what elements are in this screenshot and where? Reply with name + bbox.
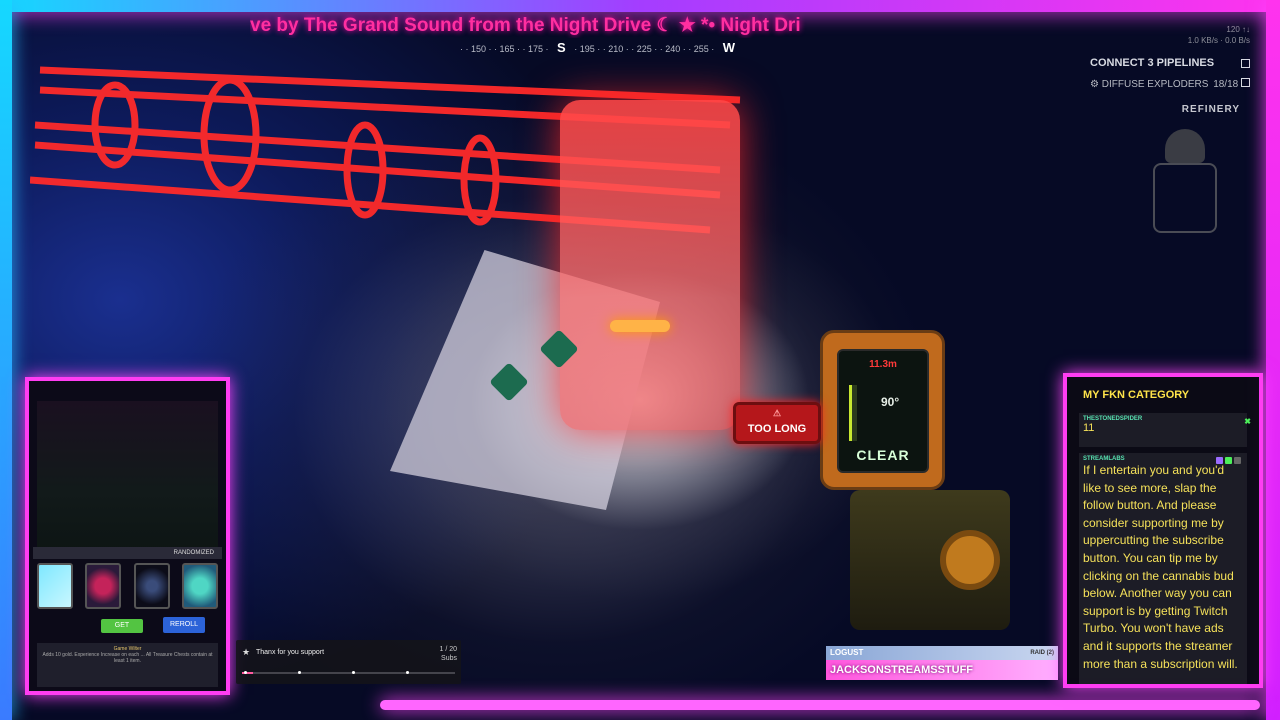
progress-marker [352,671,355,674]
stats-line-2: 1.0 KB/s · 0.0 B/s [1187,36,1250,45]
webcam-feed [37,401,218,551]
progress-marker [244,671,247,674]
subs-unit: Subs [441,655,457,662]
subs-message: Thanx for you support [256,649,325,656]
gear-icon [940,530,1000,590]
objective-sub: ⚙ DIFFUSE EXPLODERS 18/18 [1090,74,1250,96]
chat-message: THESTONEDSPIDER 11 [1079,413,1247,447]
card-slot[interactable] [181,563,218,609]
scanner-screen: 11.3m 90° CLEAR [837,349,929,473]
objective-title: CONNECT 3 PIPELINES [1090,57,1215,69]
music-ticker: ve by The Grand Sound from the Night Dri… [250,15,801,36]
progress-marker [298,671,301,674]
raid-count: RAID (2) [1030,650,1054,656]
star-icon: ★ [242,647,251,657]
orange-glow-bar [610,320,670,332]
compass-heading: S [557,40,566,55]
chat-message: STREAMLABS If I entertain you and you'd … [1079,453,1247,684]
compass-heading-west: W [722,40,736,55]
chat-panel: MY FKN CATEGORY THESTONEDSPIDER 11 ✖ STR… [1063,373,1263,688]
refinery-machine-icon [1145,125,1245,245]
badge-icon [1225,457,1232,464]
objective-sub-label: DIFFUSE EXPLODERS [1101,79,1209,90]
chat-title: MY FKN CATEGORY [1083,389,1190,401]
objective-sub-count: 18/18 [1213,79,1239,90]
location-label: REFINERY [1181,104,1240,115]
scanner-degrees: 90° [881,395,900,409]
perf-stats: 120 ↑↓ 1.0 KB/s · 0.0 B/s [1120,24,1250,46]
card-row [37,563,218,609]
card-slot[interactable] [37,563,73,609]
subs-count: 1 / 20 [439,646,457,653]
gear-icon: ⚙ [1090,79,1102,90]
checkbox-icon [1241,58,1250,68]
game-viewport: 11.3m 90° CLEAR ⚠ TOO LONG · · 150 · · 1… [0,0,1280,720]
reroll-label: REROLL [169,621,198,628]
warning-icon: ⚠ [772,408,782,418]
red-hologram-machine [560,100,740,430]
chat-text: 11 [1083,422,1095,434]
neon-frame-right [1266,0,1280,720]
too-long-label: TOO LONG [747,423,807,435]
chat-text: If I entertain you and you'd like to see… [1083,463,1238,671]
scanner-status: CLEAR [856,447,910,463]
neon-frame-left [0,0,12,720]
objective-main: CONNECT 3 PIPELINES [1090,52,1250,74]
subs-goal-widget: ★ Thanx for you support 1 / 20 Subs [236,640,461,684]
progress-marker [406,671,409,674]
card-slot[interactable] [133,563,170,609]
reroll-button[interactable]: REROLL [163,617,205,633]
checkbox-icon [1241,78,1250,87]
card-description: Game Wilter Adds 10 gold. Experience Inc… [37,643,218,687]
raid-name: JACKSONSTREAMSSTUFF [826,660,1058,680]
scanner-top-reading: 11.3m [869,359,897,370]
scanner-gauge [849,385,857,441]
player-tool [850,490,1010,630]
badge-icon [1216,457,1223,464]
too-long-warning: ⚠ TOO LONG [733,402,821,444]
card-description-body: Adds 10 gold. Experience Increase on eac… [42,652,213,664]
raid-header: LOGUST [830,648,864,657]
card-slot[interactable] [85,563,122,609]
subs-count-box: 1 / 20 Subs [439,645,457,663]
stats-line-1: 120 ↑↓ [1226,25,1250,34]
badge-icon [1234,457,1241,464]
handheld-scanner: 11.3m 90° CLEAR [820,330,945,490]
get-button[interactable]: GET [101,619,143,633]
compass-bar: · · 150 · · 165 · · 175 · S · 195 · · 21… [460,40,736,55]
subs-progress-track [242,671,455,674]
badge-icons [1216,457,1241,464]
neon-frame-bottom [380,700,1260,710]
objective-panel: CONNECT 3 PIPELINES ⚙ DIFFUSE EXPLODERS … [1090,52,1250,96]
neon-frame-top [0,0,1280,12]
webcam-panel: RANDOMIZED GET REROLL Game Wilter Adds 1… [25,377,230,695]
raid-widget: LOGUST RAID (2) JACKSONSTREAMSSTUFF [826,646,1058,686]
raid-header-bar: LOGUST RAID (2) [826,646,1058,660]
badge-icon: ✖ [1244,417,1251,426]
card-header: RANDOMIZED [33,547,222,559]
